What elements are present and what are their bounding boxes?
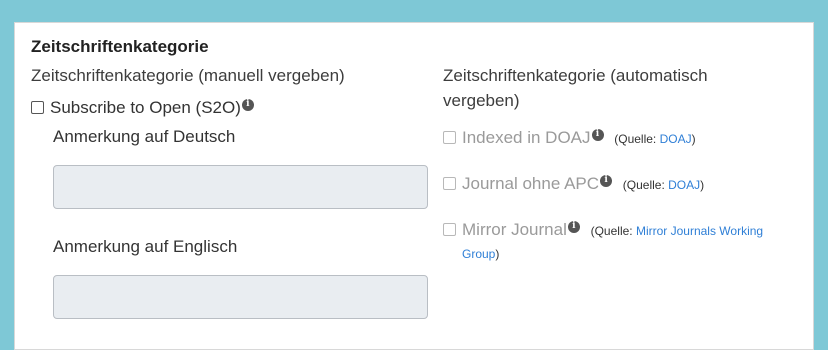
info-icon[interactable]: i	[600, 174, 613, 187]
mirror-journal-item: Mirror Journal i (Quelle: Mirror Journals…	[443, 219, 803, 265]
note-german-input[interactable]	[53, 165, 428, 209]
info-icon[interactable]: i	[567, 220, 580, 233]
automatic-category-column: Zeitschriftenkategorie (automatisch verg…	[443, 63, 803, 265]
source-prefix: (Quelle:	[614, 132, 660, 146]
s2o-checkbox[interactable]	[31, 101, 44, 114]
doaj-indexed-checkbox	[443, 131, 456, 144]
s2o-checkbox-row[interactable]: Subscribe to Open (S2O) i	[31, 97, 426, 119]
doaj-indexed-source: (Quelle: DOAJ)	[614, 132, 695, 146]
no-apc-source: (Quelle: DOAJ)	[623, 178, 704, 192]
manual-category-column: Zeitschriftenkategorie (manuell vergeben…	[31, 63, 428, 319]
doaj-link[interactable]: DOAJ	[668, 178, 700, 192]
source-suffix: )	[495, 247, 500, 261]
journal-category-panel: Zeitschriftenkategorie Zeitschriftenkate…	[14, 22, 814, 350]
mirror-journal-checkbox	[443, 223, 456, 236]
automatic-category-subhead: Zeitschriftenkategorie (automatisch verg…	[443, 66, 708, 110]
mirror-journal-label: Mirror Journal	[462, 220, 567, 239]
source-suffix: )	[700, 178, 705, 192]
no-apc-checkbox	[443, 177, 456, 190]
source-prefix: (Quelle:	[590, 224, 636, 238]
note-english-label: Anmerkung auf Englisch	[53, 237, 238, 256]
note-german-label: Anmerkung auf Deutsch	[53, 127, 236, 146]
manual-category-subhead: Zeitschriftenkategorie (manuell vergeben…	[31, 66, 345, 85]
note-english-input[interactable]	[53, 275, 428, 319]
doaj-indexed-label: Indexed in DOAJ	[462, 128, 591, 147]
doaj-indexed-item: Indexed in DOAJ i (Quelle: DOAJ)	[443, 127, 803, 150]
s2o-checkbox-label: Subscribe to Open (S2O)	[50, 98, 241, 117]
source-suffix: )	[691, 132, 696, 146]
source-prefix: (Quelle:	[622, 178, 669, 192]
doaj-link[interactable]: DOAJ	[660, 132, 692, 146]
section-heading: Zeitschriftenkategorie	[31, 37, 209, 56]
no-apc-label: Journal ohne APC	[462, 174, 600, 193]
no-apc-item: Journal ohne APC i (Quelle: DOAJ)	[443, 173, 803, 196]
info-icon[interactable]: i	[241, 98, 254, 111]
info-icon[interactable]: i	[591, 128, 604, 141]
